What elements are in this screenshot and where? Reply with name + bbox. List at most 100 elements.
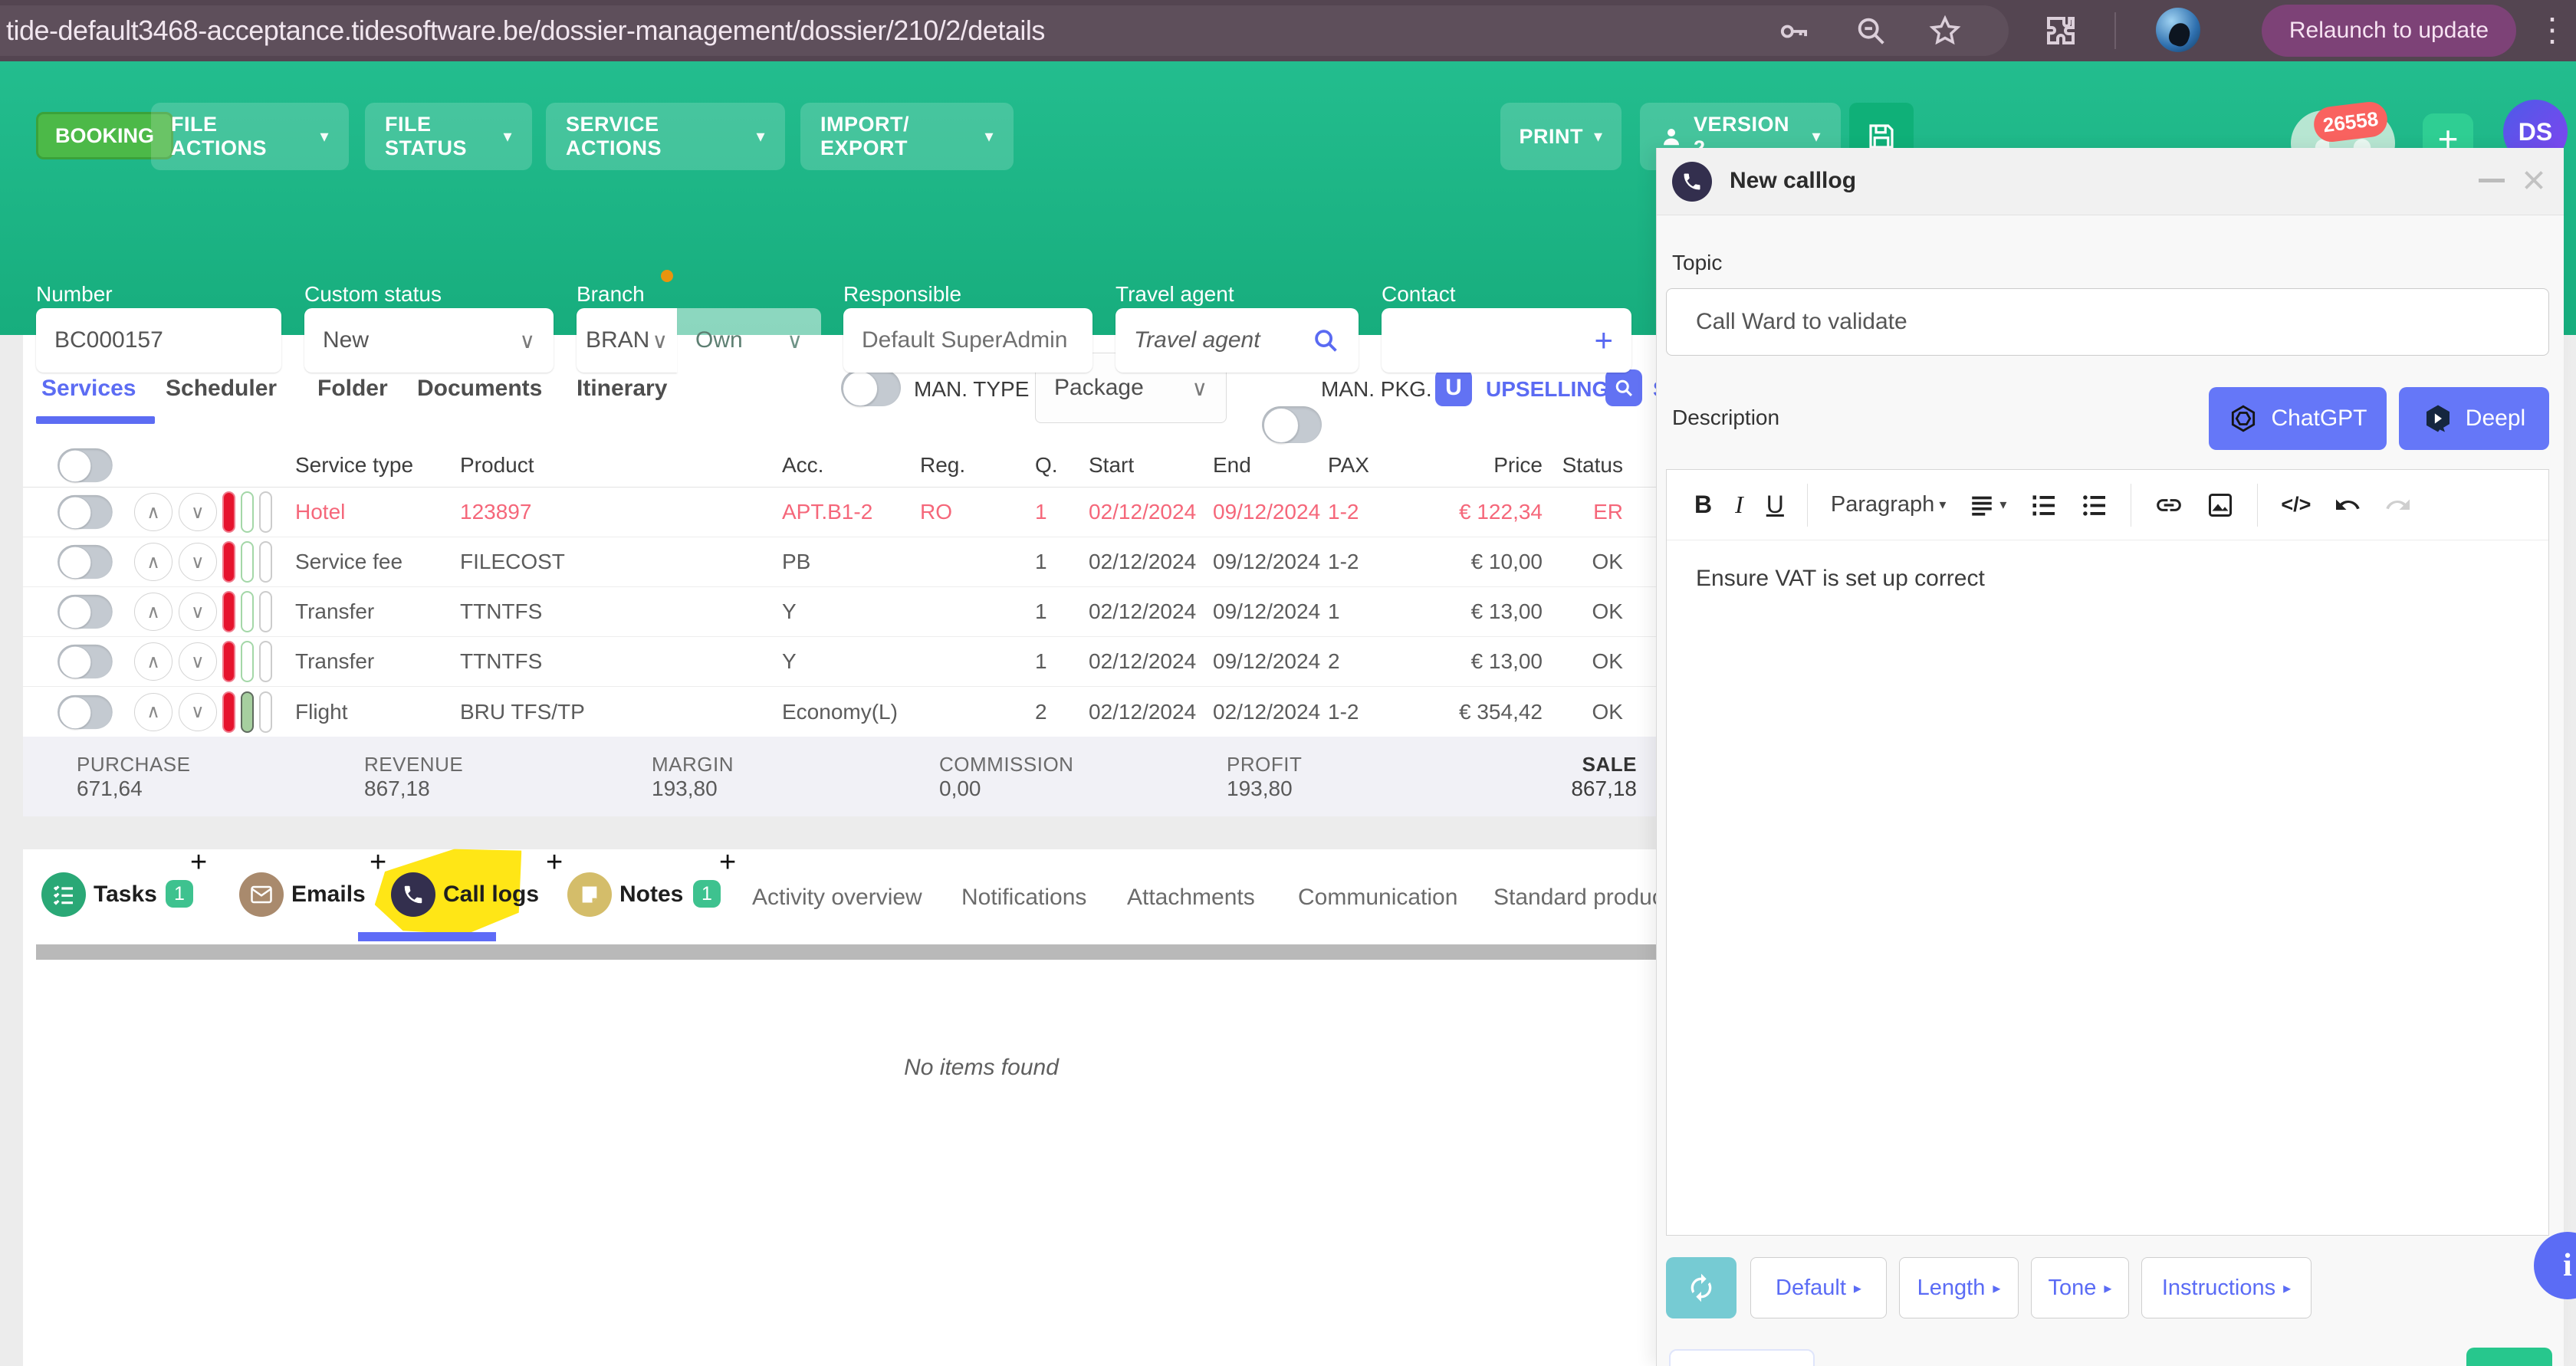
tab-itinerary[interactable]: Itinerary: [577, 376, 667, 402]
select-all-toggle[interactable]: [58, 448, 113, 481]
tab-emails[interactable]: Emails: [291, 882, 366, 908]
bullet-list-button[interactable]: [2080, 491, 2108, 519]
bold-button[interactable]: B: [1694, 491, 1712, 519]
tab-documents[interactable]: Documents: [417, 376, 542, 402]
ai-instructions-button[interactable]: Instructions▸: [2141, 1257, 2312, 1318]
move-down-button[interactable]: ∨: [179, 693, 217, 731]
row-toggle[interactable]: [58, 595, 113, 629]
url-text[interactable]: tide-default3468-acceptance.tidesoftware…: [6, 0, 1045, 61]
row-toggle[interactable]: [58, 495, 113, 529]
deepl-button[interactable]: Deepl: [2399, 387, 2549, 450]
editor-content[interactable]: Ensure VAT is set up correct: [1696, 566, 1985, 592]
close-icon[interactable]: [2520, 166, 2548, 194]
italic-button[interactable]: I: [1735, 491, 1743, 519]
save-button-partial[interactable]: [2466, 1348, 2552, 1366]
profile-avatar[interactable]: [2156, 8, 2200, 52]
branch-scope-select[interactable]: Own ∨: [677, 308, 821, 373]
add-task-button[interactable]: +: [190, 846, 207, 879]
travel-agent-search-input[interactable]: Travel agent: [1116, 308, 1359, 373]
number-input[interactable]: BC000157: [36, 308, 281, 373]
topic-input[interactable]: Call Ward to validate: [1666, 288, 2549, 356]
tab-notifications[interactable]: Notifications: [961, 885, 1086, 911]
add-call-log-button[interactable]: +: [546, 846, 563, 879]
service-row[interactable]: ∧ ∨ Flight BRU TFS/TP Economy(L) 2 02/12…: [23, 687, 1710, 737]
add-email-button[interactable]: +: [370, 846, 386, 879]
tab-standard-product[interactable]: Standard product: [1493, 885, 1670, 911]
toolbar-divider: [1807, 484, 1808, 527]
browser-menu-icon[interactable]: ⋮: [2536, 11, 2568, 48]
service-row[interactable]: ∧ ∨ Transfer TTNTFS Y 1 02/12/2024 09/12…: [23, 587, 1710, 637]
tab-call-logs[interactable]: Call logs: [443, 882, 539, 908]
notes-count-badge: 1: [693, 880, 721, 908]
upselling-badge[interactable]: U: [1435, 369, 1472, 406]
bookmark-star-icon[interactable]: [1927, 14, 1963, 49]
key-icon[interactable]: [1776, 14, 1811, 49]
move-up-button[interactable]: ∧: [134, 593, 172, 631]
submenu-arrow-icon: ▸: [1993, 1279, 2000, 1298]
redo-button[interactable]: [2384, 491, 2412, 519]
move-down-button[interactable]: ∨: [179, 642, 217, 681]
move-up-button[interactable]: ∧: [134, 543, 172, 581]
print-menu[interactable]: PRINT▾: [1500, 103, 1622, 170]
align-button[interactable]: ▾: [1969, 492, 2006, 518]
file-status-menu[interactable]: FILE STATUS▾: [365, 103, 532, 170]
file-actions-menu[interactable]: FILE ACTIONS▾: [151, 103, 349, 170]
ordered-list-button[interactable]: [2029, 491, 2057, 519]
add-note-button[interactable]: +: [719, 846, 736, 879]
chatgpt-icon: [2228, 403, 2259, 434]
extensions-icon[interactable]: [2041, 12, 2078, 49]
tab-notes[interactable]: Notes: [619, 882, 683, 908]
tab-tasks[interactable]: Tasks: [94, 882, 157, 908]
move-up-button[interactable]: ∧: [134, 693, 172, 731]
service-row[interactable]: ∧ ∨ Transfer TTNTFS Y 1 02/12/2024 09/12…: [23, 637, 1710, 687]
move-up-button[interactable]: ∧: [134, 493, 172, 531]
move-down-button[interactable]: ∨: [179, 493, 217, 531]
horizontal-scrollbar[interactable]: [36, 944, 1692, 960]
row-toggle[interactable]: [58, 545, 113, 579]
underline-button[interactable]: U: [1766, 491, 1784, 519]
branch-select[interactable]: BRAN ∨: [577, 308, 677, 373]
minimize-icon[interactable]: [2479, 179, 2505, 182]
custom-status-select[interactable]: New ∨: [304, 308, 554, 373]
search-icon[interactable]: [1311, 326, 1340, 355]
man-pkg-toggle[interactable]: [1262, 406, 1322, 443]
tab-communication[interactable]: Communication: [1298, 885, 1457, 911]
regenerate-button[interactable]: [1666, 1257, 1737, 1318]
code-view-button[interactable]: </>: [2281, 493, 2311, 517]
row-toggle[interactable]: [58, 645, 113, 678]
tab-activity-overview[interactable]: Activity overview: [752, 885, 922, 911]
ai-tone-button[interactable]: Tone▸: [2031, 1257, 2129, 1318]
paragraph-style-select[interactable]: Paragraph▾: [1831, 492, 1946, 517]
add-contact-icon[interactable]: +: [1594, 322, 1613, 359]
undo-button[interactable]: [2334, 491, 2361, 519]
service-row[interactable]: ∧ ∨ Hotel 123897 APT.B1-2 RO 1 02/12/202…: [23, 488, 1710, 537]
ai-length-button[interactable]: Length▸: [1899, 1257, 2019, 1318]
chevron-down-icon: ∨: [652, 328, 669, 353]
link-button[interactable]: [2154, 491, 2183, 520]
image-button[interactable]: [2206, 491, 2234, 519]
import-export-menu[interactable]: IMPORT/ EXPORT▾: [800, 103, 1014, 170]
tab-scheduler[interactable]: Scheduler: [166, 376, 277, 402]
tab-services[interactable]: Services: [41, 376, 136, 402]
description-editor[interactable]: B I U Paragraph▾ ▾: [1666, 469, 2549, 1236]
cancel-button-partial[interactable]: [1669, 1349, 1815, 1366]
relaunch-button[interactable]: Relaunch to update: [2262, 5, 2516, 57]
service-actions-menu[interactable]: SERVICE ACTIONS▾: [546, 103, 785, 170]
service-row[interactable]: ∧ ∨ Service fee FILECOST PB 1 02/12/2024…: [23, 537, 1710, 587]
search-services-badge[interactable]: [1605, 369, 1642, 406]
man-type-toggle[interactable]: [841, 369, 901, 406]
contact-input[interactable]: +: [1382, 308, 1631, 373]
tab-folder[interactable]: Folder: [317, 376, 388, 402]
call-logs-icon: [391, 872, 435, 917]
tab-attachments[interactable]: Attachments: [1127, 885, 1255, 911]
summary-margin: MARGIN193,80: [652, 753, 939, 801]
move-down-button[interactable]: ∨: [179, 593, 217, 631]
row-toggle[interactable]: [58, 694, 113, 728]
ai-default-button[interactable]: Default▸: [1750, 1257, 1887, 1318]
responsible-input[interactable]: Default SuperAdmin: [843, 308, 1092, 373]
zoom-out-icon[interactable]: [1854, 14, 1889, 49]
move-up-button[interactable]: ∧: [134, 642, 172, 681]
chatgpt-button[interactable]: ChatGPT: [2209, 387, 2387, 450]
status-pills: [222, 541, 295, 583]
move-down-button[interactable]: ∨: [179, 543, 217, 581]
